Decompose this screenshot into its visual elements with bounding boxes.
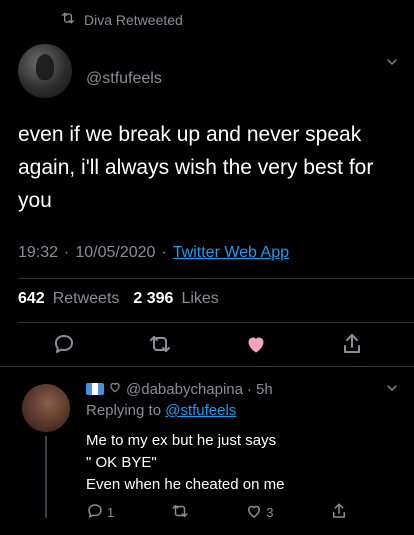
reply-avatar[interactable] [22,384,70,432]
replying-to: Replying to @stfufeels [86,402,236,419]
like-count: 3 [266,505,274,520]
divider [18,278,414,279]
heart-icon[interactable] [245,502,263,523]
reply-actions: 1 3 [86,502,348,523]
tweet-actions [18,332,398,361]
retweet-banner[interactable]: Diva Retweeted [60,10,183,29]
share-icon[interactable] [340,332,364,361]
likes-label[interactable]: Likes [181,290,218,308]
retweet-banner-icon [60,10,76,29]
likes-count[interactable]: 2 396 [133,290,173,308]
divider [18,322,414,323]
avatar[interactable] [18,44,72,98]
tweet-time: 19:32 [18,244,59,261]
heart-outline-icon [108,380,122,398]
like-action[interactable]: 3 [245,502,273,523]
share-action[interactable] [330,502,348,523]
retweet-icon[interactable] [148,332,172,361]
reply-separator: · [246,380,252,398]
meta-separator: · [64,244,70,261]
reply-text: Me to my ex but he just says " OK BYE" E… [86,432,285,493]
tweet-client-link[interactable]: Twitter Web App [173,244,289,262]
share-icon[interactable] [330,502,348,523]
tweet-text: even if we break up and never speak agai… [18,123,374,212]
reply-icon[interactable] [52,332,76,361]
retweets-count[interactable]: 642 [18,290,45,308]
replying-to-prefix: Replying to [86,402,162,419]
retweet-action[interactable] [171,502,189,523]
chevron-down-icon[interactable] [384,380,400,401]
reply-icon[interactable] [86,502,104,523]
flag-icon [86,383,104,395]
heart-icon[interactable] [244,332,268,361]
reply-action[interactable]: 1 [86,502,114,523]
reply-header: @dababychapina · 5h [86,380,273,398]
tweet-date: 10/05/2020 [75,244,156,261]
author-handle[interactable]: @stfufeels [86,70,162,88]
tweet-meta: 19:32 · 10/05/2020 · Twitter Web App [18,244,289,262]
retweet-banner-text: Diva Retweeted [84,11,183,28]
retweet-icon[interactable] [171,502,189,523]
reply-time: 5h [255,380,273,398]
divider [0,366,414,367]
reply-handle[interactable]: @dababychapina [126,381,243,398]
tweet-detail-screen: Diva Retweeted @stfufeels even if we bre… [0,0,414,535]
replying-to-handle[interactable]: @stfufeels [165,402,236,419]
thread-line [45,436,47,518]
reply-count: 1 [107,505,115,520]
chevron-down-icon[interactable] [384,54,400,75]
retweets-label[interactable]: Retweets [53,290,120,308]
tweet-stats: 642 Retweets 2 396 Likes [18,290,219,308]
meta-separator: · [161,244,167,261]
